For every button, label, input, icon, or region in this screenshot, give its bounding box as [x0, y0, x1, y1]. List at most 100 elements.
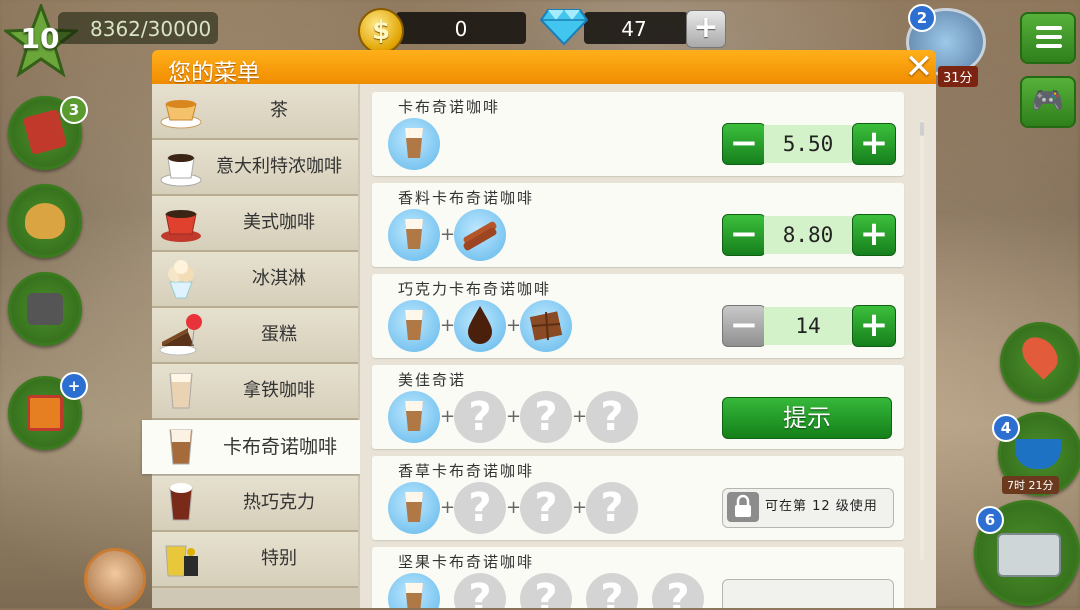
- increase-price-button[interactable]: +: [852, 214, 896, 256]
- unknown-ingredient-icon: ?: [586, 573, 638, 608]
- locked-recipe-button[interactable]: 可在第 12 级使用: [722, 488, 894, 528]
- avatar[interactable]: [84, 548, 146, 610]
- menu-dialog: 您的菜单 ✕ 茶 意大利特浓咖啡 美式咖啡 冰淇淋 蛋糕 拿铁咖啡 卡布奇诺咖啡…: [142, 50, 936, 608]
- category-latte[interactable]: 拿铁咖啡: [152, 364, 358, 420]
- unknown-ingredient-icon: ?: [652, 573, 704, 608]
- plus-sign: +: [572, 406, 588, 427]
- plus-sign: +: [440, 315, 456, 336]
- category-cake[interactable]: 蛋糕: [152, 308, 358, 364]
- gift-badge: +: [60, 372, 88, 400]
- recipe-name: 卡布奇诺咖啡: [398, 98, 501, 116]
- tea-cup-icon: [160, 100, 202, 129]
- dialog-header: 您的菜单 ✕: [152, 50, 936, 86]
- unknown-ingredient-icon: ?: [520, 391, 572, 443]
- cake-icon: [159, 314, 202, 356]
- phone-button[interactable]: [8, 272, 82, 346]
- decrease-price-button[interactable]: −: [722, 305, 766, 347]
- coffee-timer: 7时 21分: [1002, 476, 1059, 494]
- add-gems-button[interactable]: +: [686, 10, 726, 48]
- hint-button[interactable]: 提示: [722, 397, 892, 439]
- map-timer: 31分: [938, 66, 978, 87]
- category-hot-chocolate[interactable]: 热巧克力: [152, 476, 358, 532]
- category-label: 蛋糕: [261, 324, 297, 345]
- price-stepper[interactable]: − 14 +: [722, 305, 896, 347]
- price-value: 14: [764, 307, 852, 345]
- map-pin-icon: [1015, 330, 1065, 380]
- category-tea[interactable]: 茶: [152, 84, 358, 140]
- lock-icon: [727, 492, 759, 522]
- recipe-card: 卡布奇诺咖啡 − 5.50 +: [372, 92, 904, 176]
- register-badge: 6: [976, 506, 1004, 534]
- chocolate-syrup-ingredient-icon: [454, 300, 506, 352]
- coffee-cup-icon: [1015, 439, 1061, 469]
- latte-glass-icon: [169, 373, 193, 409]
- category-ice-cream[interactable]: 冰淇淋: [152, 252, 358, 308]
- hot-chocolate-icon: [169, 483, 193, 521]
- cappuccino-ingredient-icon: [388, 391, 440, 443]
- category-americano[interactable]: 美式咖啡: [152, 196, 358, 252]
- unknown-ingredient-icon: ?: [520, 573, 572, 608]
- plus-sign: +: [506, 406, 522, 427]
- unknown-ingredient-icon: ?: [586, 482, 638, 534]
- unknown-ingredient-icon: ?: [586, 391, 638, 443]
- locked-recipe-button[interactable]: [722, 579, 894, 608]
- close-button[interactable]: ✕: [904, 50, 934, 84]
- ice-cream-icon: [168, 260, 194, 299]
- category-label: 美式咖啡: [243, 212, 315, 233]
- cappuccino-ingredient-icon: [388, 118, 440, 170]
- recipe-name: 香料卡布奇诺咖啡: [398, 189, 535, 207]
- increase-price-button[interactable]: +: [852, 123, 896, 165]
- plus-sign: +: [506, 315, 522, 336]
- recipe-list: 卡布奇诺咖啡 − 5.50 + 香料卡布奇诺咖啡 + − 8.80 + 巧克力卡…: [360, 84, 936, 608]
- diamond-icon: [540, 9, 588, 46]
- category-label: 茶: [270, 100, 288, 121]
- category-label: 拿铁咖啡: [243, 380, 315, 401]
- recipe-name: 巧克力卡布奇诺咖啡: [398, 280, 552, 298]
- gamepad-button[interactable]: 🎮: [1020, 76, 1076, 128]
- sack-icon: [25, 203, 65, 239]
- decrease-price-button[interactable]: −: [722, 214, 766, 256]
- recipe-name: 坚果卡布奇诺咖啡: [398, 553, 535, 571]
- price-stepper[interactable]: − 8.80 +: [722, 214, 896, 256]
- category-label: 特别: [261, 548, 297, 569]
- unknown-ingredient-icon: ?: [520, 482, 572, 534]
- unknown-ingredient-icon: ?: [454, 482, 506, 534]
- unknown-ingredient-icon: ?: [454, 573, 506, 608]
- cappuccino-ingredient-icon: [388, 300, 440, 352]
- category-espresso[interactable]: 意大利特浓咖啡: [152, 140, 358, 196]
- decrease-price-button[interactable]: −: [722, 123, 766, 165]
- category-special[interactable]: 特别: [152, 532, 358, 588]
- unlock-level-text: 可在第 12 级使用: [765, 499, 878, 514]
- recipe-name: 香草卡布奇诺咖啡: [398, 462, 535, 480]
- category-label: 冰淇淋: [252, 268, 306, 289]
- main-menu-button[interactable]: [1020, 12, 1076, 64]
- category-cappuccino[interactable]: 卡布奇诺咖啡: [142, 420, 360, 474]
- scrollbar-track[interactable]: [920, 120, 924, 560]
- category-label: 意大利特浓咖啡: [216, 156, 342, 177]
- plus-sign: +: [440, 497, 456, 518]
- chocolate-bar-ingredient-icon: [520, 300, 572, 352]
- plus-sign: +: [440, 224, 456, 245]
- recipe-card: 香草卡布奇诺咖啡 + ? + ? + ? 可在第 12 级使用: [372, 456, 904, 540]
- cappuccino-glass-icon: [169, 429, 193, 465]
- plus-sign: +: [572, 497, 588, 518]
- coffee-badge: 4: [992, 414, 1020, 442]
- cappuccino-ingredient-icon: [388, 573, 440, 608]
- recipe-card: 巧克力卡布奇诺咖啡 + + − 14 +: [372, 274, 904, 358]
- scrollbar-thumb[interactable]: [920, 122, 924, 136]
- gift-icon: [27, 395, 63, 431]
- price-stepper[interactable]: − 5.50 +: [722, 123, 896, 165]
- category-list: 茶 意大利特浓咖啡 美式咖啡 冰淇淋 蛋糕 拿铁咖啡 卡布奇诺咖啡 热巧克力 特…: [142, 84, 360, 608]
- register-icon: [997, 533, 1061, 577]
- recipe-name: 美佳奇诺: [398, 371, 467, 389]
- ingredients-button[interactable]: [8, 184, 82, 258]
- gamepad-icon: 🎮: [1031, 86, 1065, 116]
- price-value: 8.80: [764, 216, 852, 254]
- price-value: 5.50: [764, 125, 852, 163]
- increase-price-button[interactable]: +: [852, 305, 896, 347]
- cappuccino-ingredient-icon: [388, 482, 440, 534]
- americano-cup-icon: [161, 210, 201, 242]
- recipe-card: 坚果卡布奇诺咖啡 ? ? ? ?: [372, 547, 904, 608]
- plus-sign: +: [506, 497, 522, 518]
- location-button[interactable]: [1000, 322, 1080, 402]
